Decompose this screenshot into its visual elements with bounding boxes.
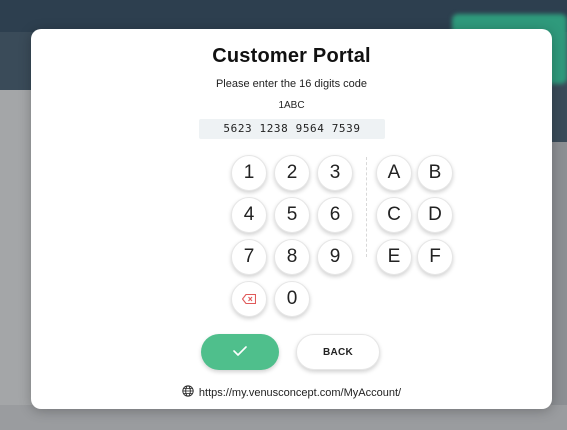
key-b[interactable]: B	[417, 155, 453, 191]
key-0[interactable]: 0	[274, 281, 310, 317]
customer-portal-dialog: Customer Portal Please enter the 16 digi…	[31, 29, 552, 409]
key-9[interactable]: 9	[317, 239, 353, 275]
code-prefix: 1ABC	[278, 100, 305, 111]
keypad-divider	[366, 157, 367, 257]
key-8[interactable]: 8	[274, 239, 310, 275]
confirm-button[interactable]	[201, 334, 279, 370]
key-c[interactable]: C	[376, 197, 412, 233]
key-7[interactable]: 7	[231, 239, 267, 275]
globe-icon	[182, 385, 194, 400]
key-5[interactable]: 5	[274, 197, 310, 233]
portal-url[interactable]: https://my.venusconcept.com/MyAccount/	[31, 385, 552, 400]
key-e[interactable]: E	[376, 239, 412, 275]
key-f[interactable]: F	[417, 239, 453, 275]
code-display: 5623 1238 9564 7539	[199, 119, 385, 139]
key-a[interactable]: A	[376, 155, 412, 191]
key-2[interactable]: 2	[274, 155, 310, 191]
back-button[interactable]: BACK	[296, 334, 380, 370]
dialog-subtitle: Please enter the 16 digits code	[215, 78, 368, 90]
portal-url-text: https://my.venusconcept.com/MyAccount/	[198, 386, 402, 399]
key-4[interactable]: 4	[231, 197, 267, 233]
key-1[interactable]: 1	[231, 155, 267, 191]
check-icon	[233, 343, 247, 361]
backspace-icon	[242, 294, 256, 304]
delete-button[interactable]	[231, 281, 267, 317]
dialog-title: Customer Portal	[212, 45, 371, 67]
key-3[interactable]: 3	[317, 155, 353, 191]
key-d[interactable]: D	[417, 197, 453, 233]
key-6[interactable]: 6	[317, 197, 353, 233]
